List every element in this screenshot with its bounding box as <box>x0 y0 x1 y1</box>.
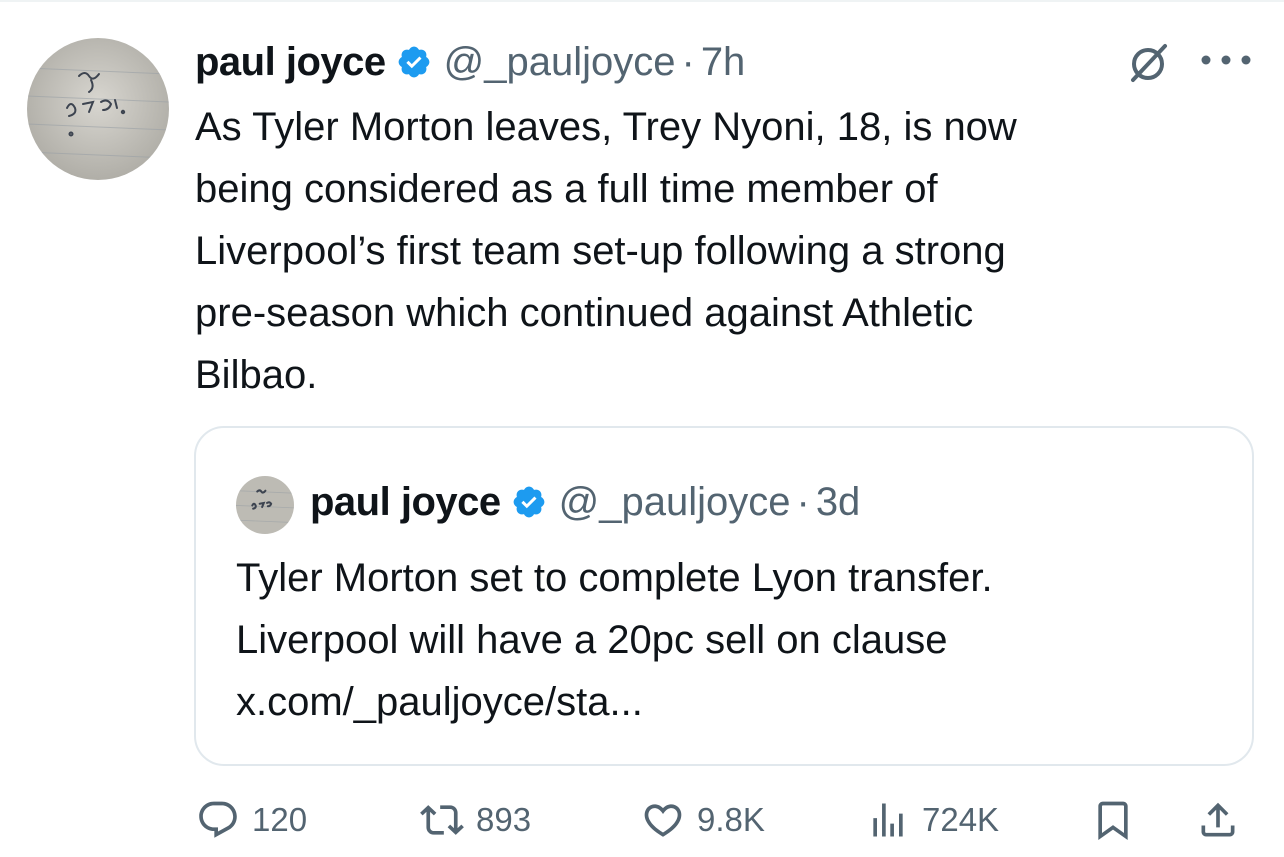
tweet-text: As Tyler Morton leaves, Trey Nyoni, 18, … <box>195 105 1017 397</box>
reply-button[interactable]: 120 <box>196 795 307 845</box>
tweet-time[interactable]: 7h <box>701 40 746 85</box>
bookmark-icon <box>1098 801 1128 841</box>
grok-icon[interactable] <box>1125 40 1171 86</box>
quoted-tweet-header: paul joyce @_pauljoyce · 3d <box>310 478 860 526</box>
separator-dot: · <box>681 39 695 84</box>
top-divider <box>0 0 1284 2</box>
like-count: 9.8K <box>697 801 765 838</box>
separator-dot: · <box>796 479 810 524</box>
quoted-tweet-text: Tyler Morton set to complete Lyon transf… <box>236 556 993 724</box>
quoted-author-handle: @_pauljoyce <box>558 479 791 524</box>
reply-icon <box>199 801 237 838</box>
repost-icon <box>420 805 464 835</box>
quoted-author-name: paul joyce <box>310 479 501 524</box>
verified-badge-icon[interactable] <box>396 44 432 80</box>
heart-icon <box>644 804 682 837</box>
repost-count: 893 <box>476 801 532 838</box>
quoted-tweet-time: 3d <box>815 479 861 524</box>
views-button[interactable]: 724K <box>866 795 999 845</box>
repost-button[interactable]: 893 <box>420 795 531 845</box>
tweet-header: paul joyce @_pauljoyce · 7h <box>195 36 745 88</box>
share-button[interactable] <box>1196 795 1240 845</box>
verified-badge-icon <box>511 484 547 520</box>
reply-count: 120 <box>252 801 308 838</box>
bookmark-button[interactable] <box>1091 795 1135 845</box>
share-icon <box>1201 802 1235 837</box>
action-bar: 120 893 9.8K 724K <box>0 795 1284 845</box>
author-name[interactable]: paul joyce <box>195 40 386 85</box>
quoted-tweet-card[interactable]: paul joyce @_pauljoyce · 3d Tyler Morton… <box>194 426 1254 766</box>
author-avatar[interactable] <box>27 38 169 180</box>
quoted-author-avatar <box>236 476 294 534</box>
more-icon[interactable] <box>1198 48 1254 72</box>
author-handle[interactable]: @_pauljoyce <box>444 40 676 85</box>
views-count: 724K <box>922 801 1000 838</box>
like-button[interactable]: 9.8K <box>641 795 765 845</box>
analytics-icon <box>873 803 903 837</box>
